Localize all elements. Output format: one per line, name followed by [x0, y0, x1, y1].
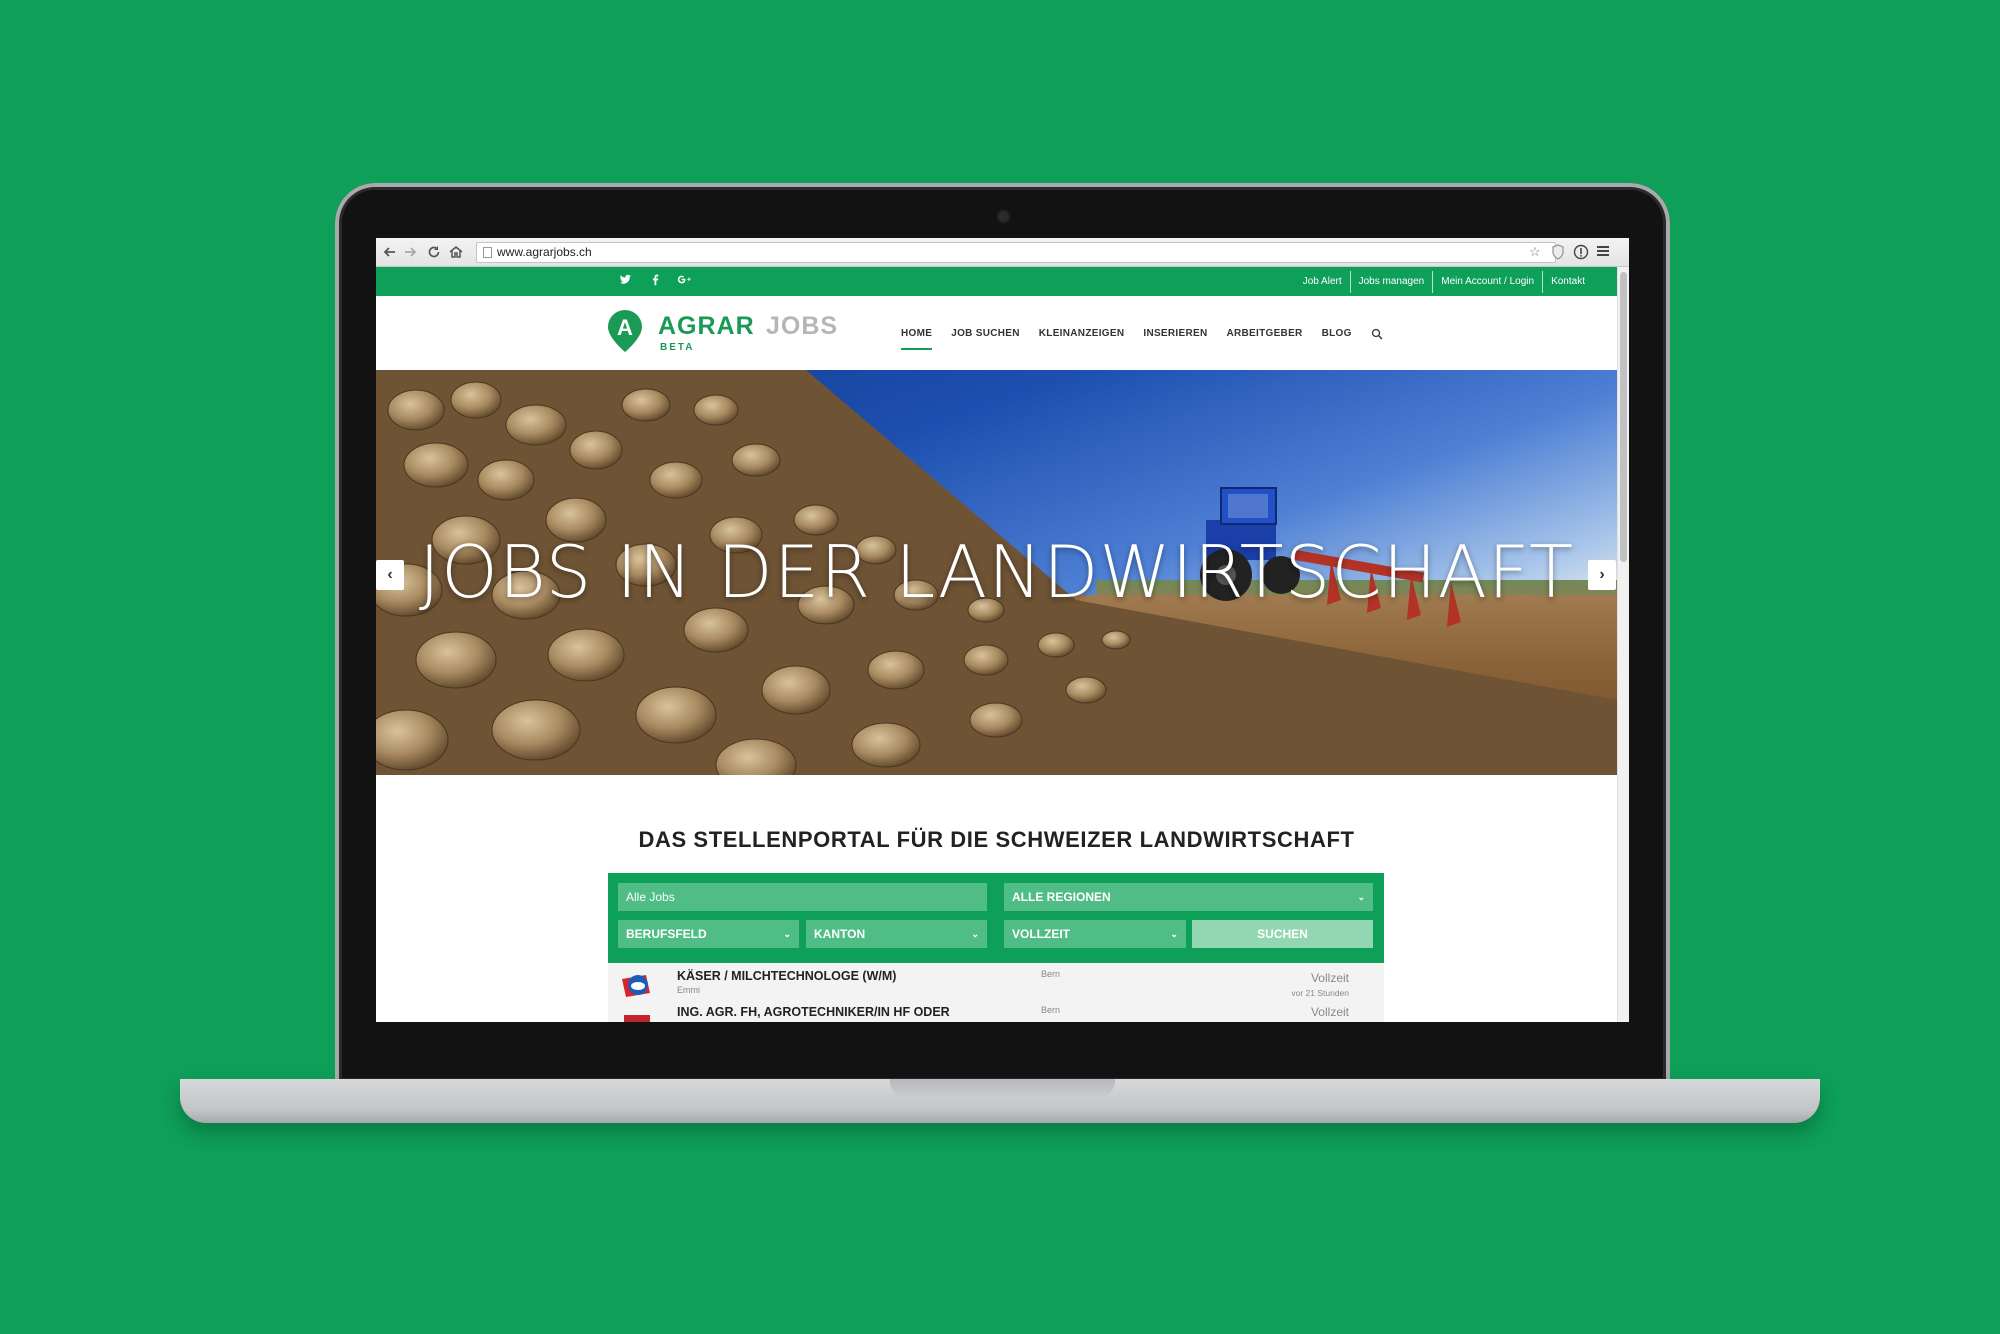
job-row[interactable]: ING. AGR. FH, AGROTECHNIKER/IN HF ODER B…	[608, 1005, 1384, 1022]
workload-select[interactable]: VOLLZEIT ⌄	[1004, 920, 1186, 948]
logo-agrar-text[interactable]: AGRAR	[658, 312, 755, 341]
keyword-value: Alle Jobs	[626, 890, 675, 904]
google-plus-icon[interactable]	[675, 273, 693, 291]
main-menu: HOME JOB SUCHEN KLEINANZEIGEN INSERIEREN…	[901, 296, 1383, 370]
jobs-managen-link[interactable]: Jobs managen	[1349, 270, 1433, 293]
chevron-down-icon: ⌄	[1170, 929, 1178, 939]
menu-item-inserieren[interactable]: INSERIEREN	[1143, 324, 1207, 343]
job-title[interactable]: KÄSER / MILCHTECHNOLOGE (W/M)	[677, 969, 896, 983]
job-type: Vollzeit	[1310, 971, 1349, 985]
kanton-select[interactable]: KANTON ⌄	[806, 920, 987, 948]
address-bar[interactable]: www.agrarjobs.ch	[476, 242, 1556, 263]
url-text: www.agrarjobs.ch	[497, 245, 592, 259]
job-location: Bern	[1041, 969, 1061, 979]
logo-letter: A	[617, 315, 633, 340]
company-logo	[620, 1013, 654, 1022]
region-select[interactable]: ALLE REGIONEN ⌄	[1004, 883, 1373, 911]
job-list: KÄSER / MILCHTECHNOLOGE (W/M) Emmi Bern …	[608, 963, 1384, 1022]
laptop-notch	[890, 1079, 1115, 1097]
shield-icon[interactable]	[1550, 244, 1566, 260]
forward-icon[interactable]	[402, 244, 418, 260]
keyword-input[interactable]: Alle Jobs	[618, 883, 987, 911]
account-login-link[interactable]: Mein Account / Login	[1432, 270, 1542, 293]
berufsfeld-select[interactable]: BERUFSFELD ⌄	[618, 920, 799, 948]
top-links: Job Alert Jobs managen Mein Account / Lo…	[1295, 267, 1593, 296]
search-icon[interactable]	[1371, 327, 1383, 340]
facebook-icon[interactable]	[646, 273, 664, 291]
back-icon[interactable]	[382, 244, 398, 260]
menu-item-job-suchen[interactable]: JOB SUCHEN	[951, 324, 1020, 343]
menu-item-arbeitgeber[interactable]: ARBEITGEBER	[1226, 324, 1302, 343]
emmi-logo	[620, 971, 654, 999]
home-icon[interactable]	[448, 244, 464, 260]
menu-item-kleinanzeigen[interactable]: KLEINANZEIGEN	[1039, 324, 1125, 343]
browser-toolbar: www.agrarjobs.ch ☆	[376, 238, 1629, 267]
job-alert-link[interactable]: Job Alert	[1295, 271, 1350, 293]
berufsfeld-value: BERUFSFELD	[626, 927, 707, 941]
chevron-down-icon: ⌄	[783, 929, 791, 939]
job-type: Vollzeit	[1310, 1005, 1349, 1019]
job-row[interactable]: KÄSER / MILCHTECHNOLOGE (W/M) Emmi Bern …	[608, 963, 1384, 1005]
workload-value: VOLLZEIT	[1012, 927, 1070, 941]
logo-beta-text: BETA	[660, 342, 695, 353]
job-title[interactable]: ING. AGR. FH, AGROTECHNIKER/IN HF ODER	[677, 1005, 950, 1019]
logo-pin-icon[interactable]: A	[606, 308, 644, 354]
info-icon[interactable]	[1573, 244, 1589, 260]
menu-icon[interactable]	[1595, 244, 1611, 260]
chevron-down-icon: ⌄	[971, 929, 979, 939]
job-search-panel: Alle Jobs ALLE REGIONEN ⌄ BERUFSFELD ⌄ K…	[608, 873, 1384, 963]
camera	[998, 211, 1009, 222]
chevron-down-icon: ⌄	[1357, 892, 1365, 902]
scroll-thumb[interactable]	[1620, 272, 1627, 562]
search-button[interactable]: SUCHEN	[1192, 920, 1373, 948]
portal-title: DAS STELLENPORTAL FÜR DIE SCHWEIZER LAND…	[638, 827, 1355, 852]
region-value: ALLE REGIONEN	[1012, 890, 1111, 904]
star-icon[interactable]: ☆	[1527, 244, 1543, 260]
webpage: Job Alert Jobs managen Mein Account / Lo…	[376, 267, 1617, 1022]
menu-item-home[interactable]: HOME	[901, 324, 933, 350]
page-icon	[483, 247, 492, 258]
reload-icon[interactable]	[426, 244, 442, 260]
menu-item-blog[interactable]: BLOG	[1322, 324, 1352, 343]
job-company: Emmi	[677, 985, 700, 995]
screen: www.agrarjobs.ch ☆ Job Alert Jobs manage…	[376, 238, 1629, 1022]
kanton-value: KANTON	[814, 927, 866, 941]
job-posted: vor 21 Stunden	[1291, 988, 1349, 998]
kontakt-link[interactable]: Kontakt	[1542, 270, 1593, 293]
twitter-icon[interactable]	[616, 273, 634, 291]
site-header: A AGRAR JOBS BETA HOME JOB SUCHEN KLEINA…	[376, 296, 1617, 370]
job-location: Bern	[1041, 1005, 1061, 1015]
hero-slider: ‹ › JOBS IN DER LANDWIRTSCHAFT	[376, 370, 1617, 775]
scrollbar[interactable]	[1617, 267, 1629, 1022]
hero-title: JOBS IN DER LANDWIRTSCHAFT	[418, 530, 1575, 614]
logo-jobs-text[interactable]: JOBS	[766, 312, 838, 341]
top-bar: Job Alert Jobs managen Mein Account / Lo…	[376, 267, 1617, 296]
